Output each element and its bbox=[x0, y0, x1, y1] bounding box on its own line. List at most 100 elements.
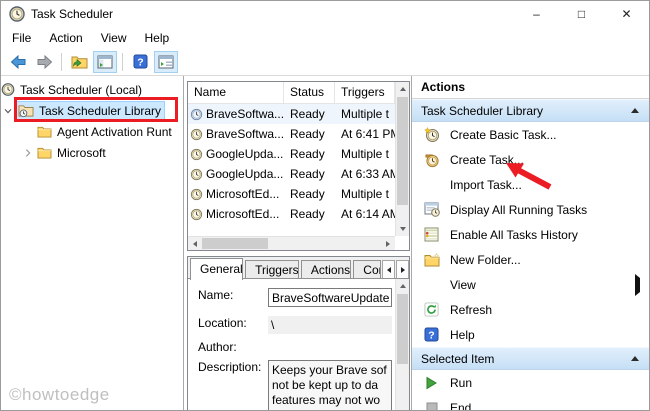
run-icon bbox=[423, 374, 440, 391]
cell-triggers: Multiple t bbox=[341, 107, 390, 121]
tree-item-microsoft[interactable]: Microsoft bbox=[1, 142, 183, 163]
details-tabstrip: General Triggers Actions Con bbox=[188, 257, 409, 280]
task-list-vertical-scrollbar[interactable] bbox=[395, 82, 409, 236]
maximize-button[interactable]: □ bbox=[559, 1, 604, 27]
menu-file[interactable]: File bbox=[3, 27, 40, 48]
cell-name: BraveSoftwa... bbox=[206, 127, 284, 141]
table-row[interactable]: GoogleUpda... Ready Multiple t bbox=[188, 144, 395, 164]
forward-arrow-icon[interactable] bbox=[32, 51, 56, 73]
task-scheduler-window: Task Scheduler – □ ✕ File Action View He… bbox=[0, 0, 650, 411]
table-row[interactable]: MicrosoftEd... Ready At 6:14 AM bbox=[188, 204, 395, 224]
cell-triggers: At 6:33 AM bbox=[341, 167, 395, 181]
scroll-right-icon[interactable] bbox=[381, 237, 395, 251]
action-refresh[interactable]: Refresh bbox=[412, 297, 649, 322]
actions-title: Actions bbox=[412, 76, 649, 99]
task-clock-icon bbox=[190, 168, 203, 180]
column-header-name[interactable]: Name bbox=[188, 82, 284, 103]
action-enable-all-tasks-history[interactable]: Enable All Tasks History bbox=[412, 222, 649, 247]
title-bar: Task Scheduler – □ ✕ bbox=[1, 1, 649, 27]
action-create-basic-task[interactable]: Create Basic Task... bbox=[412, 122, 649, 147]
chevron-right-icon[interactable] bbox=[21, 148, 35, 158]
end-icon bbox=[423, 399, 440, 410]
minimize-button[interactable]: – bbox=[514, 1, 559, 27]
create-basic-task-icon bbox=[423, 126, 440, 143]
location-label: Location: bbox=[198, 316, 247, 330]
tree-root-icon-space bbox=[1, 82, 15, 97]
tab-general[interactable]: General bbox=[190, 258, 244, 280]
cell-status: Ready bbox=[290, 207, 325, 221]
column-header-triggers[interactable]: Triggers bbox=[335, 82, 395, 103]
running-tasks-icon bbox=[423, 201, 440, 218]
watermark: ©howtoedge bbox=[9, 385, 110, 404]
table-row[interactable]: BraveSoftwa... Ready At 6:41 PM bbox=[188, 124, 395, 144]
tab-scroll-right-icon[interactable] bbox=[396, 260, 409, 279]
svg-text:?: ? bbox=[428, 329, 434, 341]
tab-scroll-left-icon[interactable] bbox=[382, 260, 396, 279]
scroll-up-icon[interactable] bbox=[396, 279, 409, 293]
task-list-horizontal-scrollbar[interactable] bbox=[188, 236, 395, 250]
group-header-library[interactable]: Task Scheduler Library bbox=[412, 99, 649, 122]
console-tree: Task Scheduler (Local) Task Scheduler Li… bbox=[1, 76, 184, 410]
no-icon bbox=[423, 176, 440, 193]
tab-triggers[interactable]: Triggers bbox=[245, 260, 299, 279]
action-label: Display All Running Tasks bbox=[450, 202, 588, 217]
task-description-field[interactable]: Keeps your Brave sof not be kept up to d… bbox=[268, 360, 392, 410]
toolbar-separator bbox=[61, 52, 62, 71]
cell-triggers: At 6:41 PM bbox=[341, 127, 395, 141]
menu-bar: File Action View Help bbox=[1, 27, 649, 48]
scrollbar-thumb[interactable] bbox=[397, 97, 408, 205]
scrollbar-thumb[interactable] bbox=[397, 294, 408, 364]
folder-icon bbox=[37, 126, 52, 138]
show-console-tree-icon[interactable] bbox=[93, 50, 117, 73]
scroll-left-icon[interactable] bbox=[188, 237, 202, 251]
action-run[interactable]: Run bbox=[412, 370, 649, 395]
tab-actions[interactable]: Actions bbox=[300, 260, 352, 279]
menu-view[interactable]: View bbox=[92, 27, 136, 48]
action-help[interactable]: ? Help bbox=[412, 322, 649, 347]
task-name-field[interactable]: BraveSoftwareUpdate bbox=[268, 288, 392, 307]
action-view[interactable]: View bbox=[412, 272, 649, 297]
name-label: Name: bbox=[198, 288, 234, 302]
show-action-pane-icon[interactable] bbox=[154, 50, 178, 73]
cell-triggers: Multiple t bbox=[341, 147, 390, 161]
collapse-arrow-icon[interactable] bbox=[631, 356, 639, 361]
table-row[interactable]: MicrosoftEd... Ready Multiple t bbox=[188, 184, 395, 204]
no-icon bbox=[423, 276, 440, 293]
task-list: Name Status Triggers BraveSoftwa... Read… bbox=[187, 81, 410, 251]
column-header-status[interactable]: Status bbox=[284, 82, 335, 103]
close-button[interactable]: ✕ bbox=[604, 1, 649, 27]
collapse-arrow-icon[interactable] bbox=[631, 108, 639, 113]
scroll-down-icon[interactable] bbox=[396, 222, 410, 236]
svg-text:?: ? bbox=[137, 56, 143, 68]
task-clock-icon bbox=[190, 148, 203, 160]
group-header-selected-item[interactable]: Selected Item bbox=[412, 347, 649, 370]
export-folder-icon[interactable] bbox=[67, 51, 91, 73]
description-line: not be kept up to da bbox=[272, 378, 379, 392]
task-clock-icon bbox=[190, 208, 203, 220]
table-row[interactable]: BraveSoftwa... Ready Multiple t bbox=[188, 104, 395, 124]
menu-help[interactable]: Help bbox=[136, 27, 179, 48]
tab-conditions[interactable]: Con bbox=[353, 260, 382, 279]
back-arrow-icon[interactable] bbox=[6, 51, 30, 73]
chevron-down-icon[interactable] bbox=[1, 106, 15, 116]
annotation-red-box bbox=[14, 97, 178, 122]
action-label: Create Basic Task... bbox=[450, 127, 557, 142]
scrollbar-thumb[interactable] bbox=[202, 238, 268, 249]
action-label: Refresh bbox=[450, 302, 493, 317]
description-line: features may not wo bbox=[272, 393, 381, 407]
cell-name: MicrosoftEd... bbox=[206, 187, 280, 201]
scroll-up-icon[interactable] bbox=[396, 82, 410, 96]
table-row[interactable]: GoogleUpda... Ready At 6:33 AM bbox=[188, 164, 395, 184]
action-label: View bbox=[450, 277, 476, 292]
cell-name: GoogleUpda... bbox=[206, 147, 284, 161]
menu-action[interactable]: Action bbox=[40, 27, 91, 48]
details-vertical-scrollbar[interactable] bbox=[395, 279, 409, 410]
cell-status: Ready bbox=[290, 127, 325, 141]
tree-item-agent[interactable]: Agent Activation Runt bbox=[1, 121, 183, 142]
help-icon: ? bbox=[423, 326, 440, 343]
action-new-folder[interactable]: New Folder... bbox=[412, 247, 649, 272]
action-end[interactable]: End bbox=[412, 395, 649, 410]
action-display-all-running-tasks[interactable]: Display All Running Tasks bbox=[412, 197, 649, 222]
action-label: Enable All Tasks History bbox=[450, 227, 578, 242]
help-toolbar-icon[interactable]: ? bbox=[128, 51, 152, 73]
